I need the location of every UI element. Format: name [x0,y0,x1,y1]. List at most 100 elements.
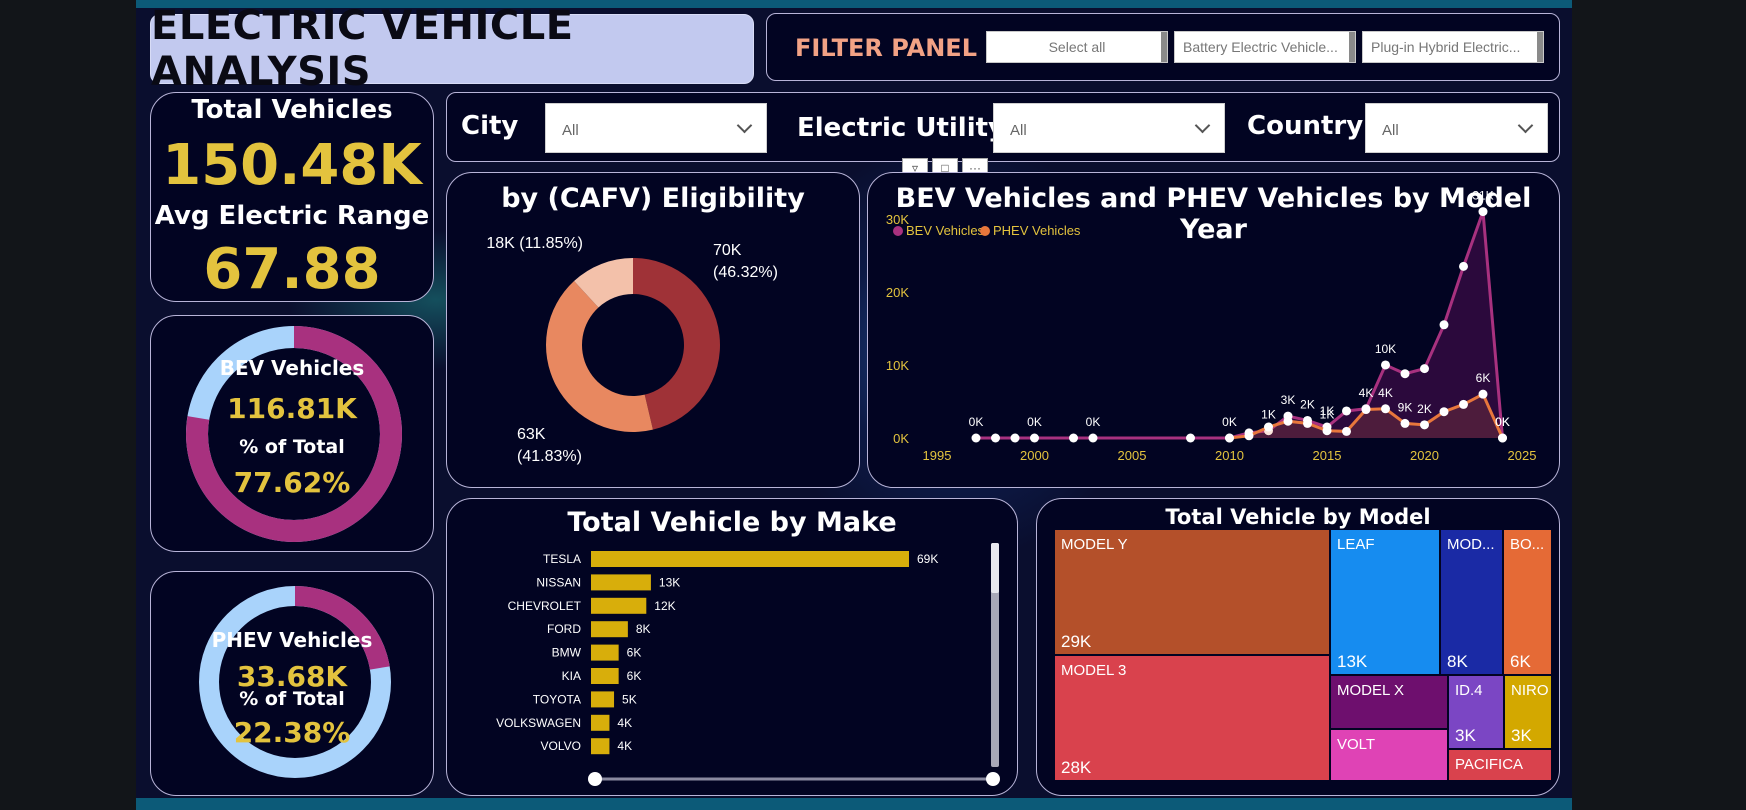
total-vehicles-value: 150.48K [162,133,422,198]
vertical-scrollbar-thumb [991,543,999,593]
treemap-cell[interactable]: VOLT [1330,729,1448,781]
treemap-cell[interactable]: ID.4 3K [1448,675,1504,749]
data-label: 31K [1472,189,1493,203]
y-tick-label: 20K [886,285,909,300]
dashboard-canvas: ELECTRIC VEHICLE ANALYSIS FILTER PANEL S… [136,0,1572,810]
treemap-cell[interactable]: BO... 6K [1503,529,1552,675]
data-label: 0K [1495,415,1510,429]
series-point [1283,416,1293,426]
electric-utility-dropdown[interactable]: All [993,103,1225,153]
data-label: 0K [1027,415,1042,429]
treemap-cell[interactable]: LEAF 13K [1330,529,1440,675]
donut-data-label: 70K [713,242,742,259]
bar-category-label: VOLVO [541,739,581,753]
x-tick-label: 2010 [1215,448,1244,463]
data-label: 3K [1281,393,1296,407]
bev-value: 116.81K [227,392,357,425]
series-point [991,433,1000,443]
bar-value-label: 5K [622,692,637,706]
series-point [1439,407,1449,417]
avg-range-label: Avg Electric Range [154,201,430,231]
data-label: 1K [1261,408,1276,422]
legend-swatch [893,226,903,236]
x-tick-label: 2025 [1508,448,1537,463]
treemap-cell-value: 29K [1061,632,1092,651]
y-tick-label: 10K [886,358,909,373]
x-tick-label: 2020 [1410,448,1439,463]
data-label: 10K [1375,342,1396,356]
treemap-cell-name: ID.4 [1455,682,1483,699]
treemap-cell-name: MODEL 3 [1061,662,1127,679]
phev-card: PHEV Vehicles 33.68K % of Total 22.38% [150,571,434,796]
make-card: Total Vehicle by Make TESLA 69K NISSAN 13K C… [446,498,1018,796]
treemap-cell[interactable]: MODEL X [1330,675,1448,729]
data-label: 4K [1378,386,1393,400]
series-point [1420,364,1429,374]
series-point [1322,426,1332,436]
city-dropdown[interactable]: All [545,103,767,153]
series-point [1244,431,1254,441]
bar-category-label: NISSAN [536,575,581,589]
series-point [1420,420,1429,430]
bar-value-label: 13K [659,575,680,589]
phev-pct-value: 22.38% [233,716,351,749]
model-year-card: BEV Vehicles and PHEV Vehicles by Model … [867,172,1560,488]
bar-value-label: 12K [654,599,675,613]
series-point [1342,406,1351,416]
bar-category-label: FORD [547,622,581,636]
x-tick-label: 2005 [1118,448,1147,463]
make-bar-chart: TESLA 69K NISSAN 13K CHEVROLET 12K FORD 8K BMW 6K… [496,543,1000,786]
treemap-cell-name: MODEL X [1337,682,1404,699]
treemap-cell[interactable]: NIRO 3K [1504,675,1552,749]
total-vehicles-card: Total Vehicles 150.48K Avg Electric Rang… [150,92,434,302]
filter-chip-bev[interactable]: Battery Electric Vehicle... [1174,31,1356,63]
y-tick-label: 0K [893,431,909,446]
chevron-down-icon [736,117,753,134]
cafv-card: by (CAFV) Eligibility 70K (46.32%) 63K (41.… [446,172,860,488]
country-dropdown[interactable]: All [1365,103,1548,153]
bev-pct-value: 77.62% [233,466,351,499]
series-point [1439,320,1449,330]
dashboard-title-box: ELECTRIC VEHICLE ANALYSIS [150,3,754,95]
series-point [1030,433,1039,443]
treemap-cell[interactable]: PACIFICA [1448,749,1552,781]
bar-category-label: TOYOTA [533,692,581,706]
series-point [1498,433,1507,443]
data-label: 4K [1359,386,1374,400]
series-point [1069,433,1078,443]
donut-data-label: 63K [517,426,546,443]
treemap-cell[interactable]: MODEL 3 28K [1054,655,1330,781]
electric-utility-dropdown-value: All [1010,122,1027,139]
bar-value-label: 4K [617,739,632,753]
bar [591,644,619,661]
model-title: Total Vehicle by Model [1165,505,1431,529]
treemap-cell-name: MOD... [1447,536,1495,553]
bar-value-label: 69K [917,552,938,566]
filter-chip-select-all[interactable]: Select all [986,31,1168,63]
city-dropdown-value: All [562,122,579,139]
treemap-cell-value: 3K [1511,726,1532,745]
bar [591,691,615,708]
treemap-cell[interactable]: MODEL Y 29K [1054,529,1330,655]
filter-panel-label: FILTER PANEL [795,34,977,62]
treemap-cell-value: 13K [1337,652,1368,671]
bar [591,597,647,614]
series-point [1459,261,1468,271]
bar [591,668,619,684]
chevron-down-icon [1194,117,1211,134]
series-point [1186,433,1195,443]
bar [591,714,610,731]
treemap-cell-name: PACIFICA [1455,756,1524,773]
bev-card: BEV Vehicles 116.81K % of Total 77.62% [150,315,434,552]
filter-chip-phev[interactable]: Plug-in Hybrid Electric... [1362,31,1544,63]
dashboard-title: ELECTRIC VEHICLE ANALYSIS [151,3,574,95]
treemap-cell-value: 8K [1447,652,1468,671]
series-point [1381,404,1390,414]
total-vehicles-label: Total Vehicles [191,95,393,125]
bottom-bar [136,798,1572,810]
treemap-cell[interactable]: MOD... 8K [1440,529,1503,675]
data-label: 2K [1300,397,1315,411]
bar-category-label: TESLA [543,552,581,566]
treemap-cell-name: LEAF [1337,536,1375,553]
country-dropdown-value: All [1382,122,1399,139]
